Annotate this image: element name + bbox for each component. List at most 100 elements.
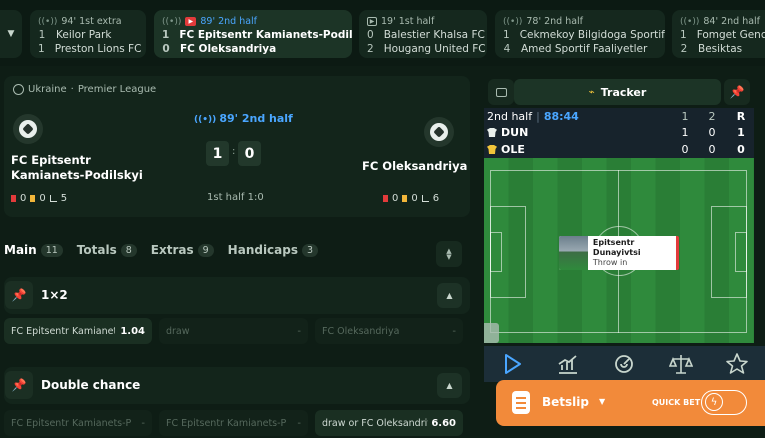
shirt-icon <box>487 128 497 137</box>
odds-button[interactable]: FC Epitsentr Kamianets-Podilskyi or FC O… <box>159 410 308 436</box>
home-team-crest <box>13 114 43 144</box>
match-header-panel: Ukraine · Premier League FC Epitsentr Ka… <box>4 76 470 217</box>
corners: 5 <box>60 193 68 204</box>
pin-button[interactable]: 📌 <box>5 371 33 399</box>
match-time: 89' 2nd half <box>200 16 258 27</box>
strip-toggle-button[interactable]: ▼ <box>0 10 22 58</box>
collapse-button[interactable]: ▲ <box>437 373 462 398</box>
signal-icon: ((•)) <box>194 115 220 125</box>
tracker-tab[interactable]: ⌁ Tracker <box>514 79 721 105</box>
away-score: 0 <box>238 141 261 166</box>
match-card[interactable]: ((•)) 78' 2nd half 1 Cekmekoy Bilgidoga Sp… <box>495 10 665 58</box>
odds-button[interactable]: FC Epitsentr Kamianets-Podilskyi or draw… <box>4 410 152 436</box>
odds-button[interactable]: FC Epitsentr Kamianets-Podilskyi 1.04 <box>4 318 152 344</box>
yellow-cards: 0 <box>411 193 418 204</box>
timeline-icon[interactable] <box>610 350 638 378</box>
live-matches-strip: ▼ ((•)) 94' 1st extra 1 Keilor Park 1 Prest… <box>0 0 765 66</box>
pin-tracker-button[interactable]: 📌 <box>724 79 750 105</box>
match-card[interactable]: ((•)) 94' 1st extra 1 Keilor Park 1 Preston… <box>30 10 146 58</box>
match-time: 94' 1st extra <box>61 16 122 27</box>
match-card[interactable]: ((•)) 84' 2nd half 1 Fomget Genc 2 Besiktas <box>672 10 765 58</box>
match-card[interactable]: ▶ 19' 1st half 0 Balestier Khalsa FC 2 Houg… <box>359 10 487 58</box>
football-icon <box>430 123 448 141</box>
score: 1 <box>38 43 45 55</box>
tab-label: Handicaps <box>227 243 299 257</box>
tab-extras[interactable]: Extras 9 <box>151 243 214 257</box>
pin-icon: 📌 <box>11 378 27 392</box>
team-name: Fomget Genc <box>696 29 765 41</box>
yellow-card-icon <box>30 195 36 202</box>
match-time: 19' 1st half <box>381 16 435 27</box>
collapse-button[interactable]: ▲ <box>437 283 462 308</box>
tab-count: 11 <box>40 243 63 257</box>
tab-totals[interactable]: Totals 8 <box>77 243 137 257</box>
corner-icon <box>49 195 57 202</box>
stats-chart-icon[interactable] <box>554 350 582 378</box>
team-abbr: DUN <box>501 126 529 139</box>
tab-handicaps[interactable]: Handicaps 3 <box>227 243 319 257</box>
outcome-price: 6.60 <box>431 417 456 429</box>
total-score: 0 <box>737 143 745 156</box>
video-icon: ▶ <box>367 17 377 26</box>
market-title: Double chance <box>41 378 141 392</box>
yellow-cards: 0 <box>39 193 46 204</box>
home-team-name: FC Epitsentr Kamianets-Podilskyi <box>11 153 143 182</box>
odds-button[interactable]: draw or FC Oleksandriya 6.60 <box>315 410 463 436</box>
match-card-active[interactable]: ((•)) ▶ 89' 2nd half 1 FC Epitsentr Kamiane… <box>154 10 352 58</box>
signal-icon: ((•)) <box>503 16 523 27</box>
away-stats: 0 0 6 <box>383 193 439 204</box>
outcome-label: FC Epitsentr Kamianets-Podilskyi <box>11 325 115 337</box>
team-name: FC Epitsentr Kamianets-Podilskyi <box>179 29 352 41</box>
quick-bet-label: QUICK BET <box>652 398 701 407</box>
tab-main[interactable]: Main 11 <box>4 243 63 257</box>
score: 2 <box>680 43 688 55</box>
total-score: 1 <box>737 126 745 139</box>
market-group-double-chance: 📌 Double chance ▲ <box>4 367 470 404</box>
betslip-title: Betslip <box>542 395 589 409</box>
red-cards: 0 <box>392 193 399 204</box>
league-breadcrumb[interactable]: Ukraine · Premier League <box>13 84 156 95</box>
outcome-label: FC Epitsentr Kamianets-Podilskyi or FC O… <box>166 417 286 429</box>
tracker-toolbar: ⌁ Tracker 📌 <box>484 79 764 105</box>
league-label: Premier League <box>77 84 157 95</box>
goal-box-left <box>490 232 502 272</box>
home-score: 1 <box>206 141 229 166</box>
star-lineup-icon[interactable] <box>723 350 751 378</box>
expand-handle[interactable] <box>484 323 499 343</box>
event-image <box>559 236 588 270</box>
odds-button[interactable]: FC Oleksandriya - <box>315 318 463 344</box>
period-score: 1 <box>681 126 689 139</box>
collapse-all-button[interactable]: ▲ ▼ <box>436 241 462 267</box>
separator-dot: · <box>70 84 74 95</box>
red-card-icon <box>11 195 16 202</box>
odds-button[interactable]: draw - <box>159 318 308 344</box>
tv-icon <box>495 87 507 97</box>
tab-label: Main <box>4 243 37 257</box>
chevron-up-icon: ▲ <box>446 291 453 300</box>
period-score: 0 <box>708 126 716 139</box>
globe-icon <box>13 84 24 95</box>
shirt-icon <box>487 145 497 154</box>
play-icon[interactable] <box>498 350 526 378</box>
away-team-crest <box>424 117 454 147</box>
quick-bet-toggle[interactable]: ϟ <box>701 390 747 415</box>
col-header: R <box>736 110 746 123</box>
football-icon <box>19 120 37 138</box>
live-time-text: 89' 2nd half <box>219 112 293 125</box>
scales-icon[interactable] <box>667 350 695 378</box>
match-time: 78' 2nd half <box>526 16 584 27</box>
market-tabs: Main 11 Totals 8 Extras 9 Handicaps 3 <box>4 243 332 257</box>
video-button[interactable] <box>488 79 514 105</box>
betslip-bar[interactable]: Betslip ▼ QUICK BET ϟ <box>496 380 765 426</box>
signal-icon: ((•)) <box>162 16 182 27</box>
yellow-card-icon <box>402 195 408 202</box>
tracker-nav <box>484 346 765 382</box>
pin-button[interactable]: 📌 <box>5 281 33 309</box>
red-card-icon <box>383 195 388 202</box>
live-time: ((•)) 89' 2nd half <box>194 112 293 125</box>
period-score: 0 <box>708 143 716 156</box>
team-name: Besiktas <box>698 43 743 55</box>
tracker-period-row: 2nd half | 88:44 <box>487 109 579 124</box>
outcome-label: draw or FC Oleksandriya <box>322 417 428 429</box>
tracker-team-row: DUN <box>487 125 528 140</box>
